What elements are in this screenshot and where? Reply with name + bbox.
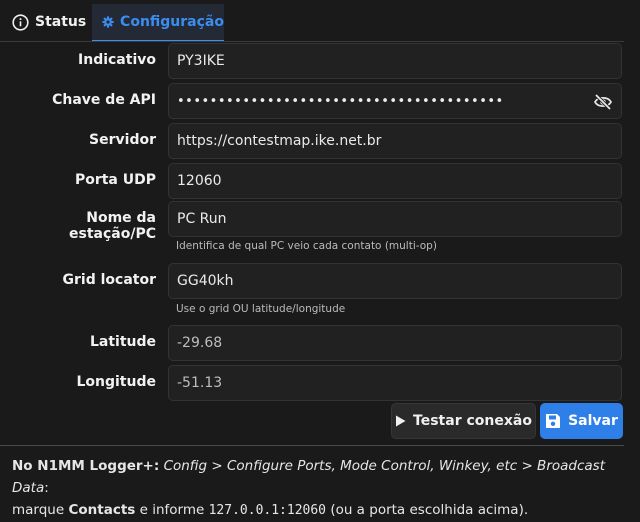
latitude-value: -29.68 bbox=[177, 335, 223, 351]
server-label: Servidor bbox=[89, 132, 156, 148]
footer-colon: : bbox=[44, 480, 49, 496]
save-button[interactable]: Salvar bbox=[540, 403, 623, 439]
api-key-input[interactable]: •••••••••••••••••••••••••••••••••••••••• bbox=[168, 83, 622, 119]
floppy-disk-icon bbox=[546, 414, 561, 428]
footer-line2-b: e informe bbox=[139, 502, 205, 518]
test-connection-label: Testar conexão bbox=[413, 413, 532, 429]
gear-icon bbox=[102, 16, 114, 28]
footer-app-name: No N1MM Logger+: bbox=[12, 458, 160, 474]
tab-status-label: Status bbox=[35, 14, 87, 30]
footer-line2-a: marque bbox=[12, 502, 65, 518]
server-value: https://contestmap.ike.net.br bbox=[177, 133, 382, 149]
grid-hint: Use o grid OU latitude/longitude bbox=[176, 303, 346, 315]
callsign-value: PY3IKE bbox=[177, 53, 225, 69]
footer-address: 127.0.0.1:12060 bbox=[208, 503, 327, 518]
station-value: PC Run bbox=[177, 211, 227, 227]
api-key-label: Chave de API bbox=[52, 92, 156, 108]
tab-configuracao-label: Configuração bbox=[120, 14, 224, 30]
station-input[interactable]: PC Run bbox=[168, 201, 622, 237]
tab-bar: Status Configuração bbox=[0, 0, 640, 42]
udp-port-input[interactable]: 12060 bbox=[168, 163, 622, 199]
longitude-input[interactable]: -51.13 bbox=[168, 365, 622, 401]
grid-value: GG40kh bbox=[177, 273, 234, 289]
eye-off-icon[interactable] bbox=[593, 92, 613, 116]
play-icon bbox=[396, 415, 406, 427]
grid-label: Grid locator bbox=[62, 272, 156, 288]
footer-line2-c: (ou a porta escolhida acima). bbox=[330, 502, 529, 518]
callsign-input[interactable]: PY3IKE bbox=[168, 43, 622, 79]
udp-port-label: Porta UDP bbox=[74, 172, 156, 188]
footer-contacts: Contacts bbox=[68, 502, 136, 518]
tab-configuracao[interactable]: Configuração bbox=[92, 4, 224, 42]
station-hint: Identifica de qual PC veio cada contato … bbox=[176, 240, 437, 252]
longitude-label: Longitude bbox=[76, 374, 156, 390]
n1mm-instructions: No N1MM Logger+: Config > Configure Port… bbox=[12, 455, 612, 522]
longitude-value: -51.13 bbox=[177, 375, 223, 391]
server-input[interactable]: https://contestmap.ike.net.br bbox=[168, 123, 622, 159]
footer-divider bbox=[0, 445, 624, 446]
station-label: Nome da estação/PC bbox=[69, 210, 156, 242]
save-label: Salvar bbox=[568, 413, 618, 429]
latitude-input[interactable]: -29.68 bbox=[168, 325, 622, 361]
test-connection-button[interactable]: Testar conexão bbox=[391, 403, 536, 439]
grid-input[interactable]: GG40kh bbox=[168, 263, 622, 299]
udp-port-value: 12060 bbox=[177, 173, 222, 189]
tab-status[interactable]: Status bbox=[12, 4, 86, 40]
latitude-label: Latitude bbox=[89, 334, 156, 350]
api-key-value: •••••••••••••••••••••••••••••••••••••••• bbox=[177, 93, 504, 109]
tab-divider bbox=[0, 41, 624, 42]
info-icon bbox=[12, 13, 29, 31]
callsign-label: Indicativo bbox=[78, 52, 156, 68]
